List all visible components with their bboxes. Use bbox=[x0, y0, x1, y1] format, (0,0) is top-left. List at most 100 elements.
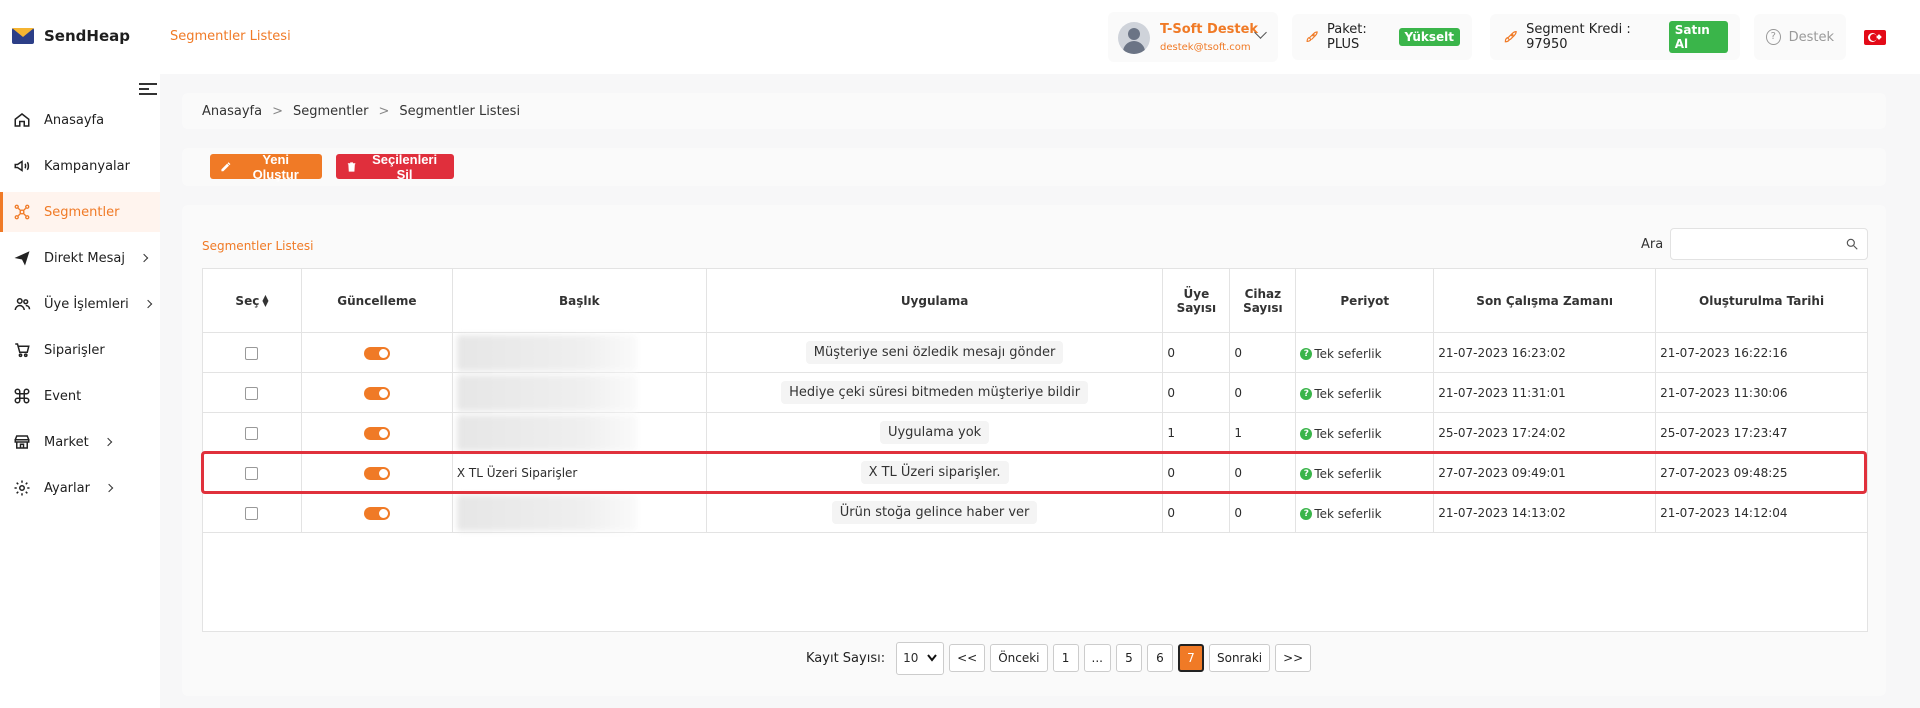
package-label: Paket: PLUS bbox=[1327, 22, 1367, 52]
created-cell: 21-07-2023 11:30:06 bbox=[1655, 372, 1868, 413]
breadcrumb-home[interactable]: Anasayfa bbox=[202, 104, 262, 119]
question-icon: ? bbox=[1300, 347, 1313, 360]
page-button-5[interactable]: 5 bbox=[1115, 644, 1142, 672]
sidebar-item-segmentler[interactable]: Segmentler bbox=[0, 192, 160, 232]
cart-icon bbox=[12, 340, 32, 360]
pencil-icon bbox=[221, 161, 231, 171]
app-logo[interactable]: SendHeap bbox=[12, 27, 130, 45]
update-toggle[interactable] bbox=[363, 466, 390, 480]
search-input[interactable] bbox=[1670, 228, 1868, 260]
row-checkbox[interactable] bbox=[245, 466, 259, 480]
table-row: Hediye çeki süresi bitmeden müşteriye bi… bbox=[202, 372, 1868, 413]
table-row: Uygulama yok 1 1 ? Tek seferlik 25-07-202… bbox=[202, 412, 1868, 453]
credit-label: Segment Kredi : 97950 bbox=[1526, 22, 1631, 52]
sidebar-item-siparisler[interactable]: Siparişler bbox=[0, 330, 160, 370]
col-header-last-run: Son Çalışma Zamanı bbox=[1433, 268, 1657, 333]
segment-list-card: Segmentler Listesi Ara Seç ▲ ▼ Güncelleme … bbox=[182, 205, 1886, 696]
breadcrumb-section[interactable]: Segmentler bbox=[293, 104, 368, 119]
page-button-7-current[interactable]: 7 bbox=[1177, 644, 1204, 672]
update-toggle[interactable] bbox=[363, 346, 390, 360]
user-menu[interactable]: T-Soft Destek destek@tsoft.com bbox=[1108, 12, 1278, 62]
sidebar-item-label: Üye İşlemleri bbox=[44, 296, 129, 312]
col-header-title: Başlık bbox=[451, 268, 707, 333]
title-cell: X TL Üzeri Siparişler bbox=[451, 452, 707, 493]
page-size-label: Kayıt Sayısı: bbox=[806, 650, 886, 666]
period-cell: ? Tek seferlik bbox=[1300, 507, 1382, 521]
period-cell: ? Tek seferlik bbox=[1300, 427, 1382, 441]
breadcrumb-current: Segmentler Listesi bbox=[399, 103, 521, 119]
sidebar-item-direkt-mesaj[interactable]: Direkt Mesaj bbox=[0, 238, 160, 278]
sidebar-item-anasayfa[interactable]: Anasayfa bbox=[0, 100, 160, 140]
last-page-button[interactable]: >> bbox=[1275, 644, 1312, 672]
sidebar-item-kampanyalar[interactable]: Kampanyalar bbox=[0, 146, 160, 186]
created-cell: 25-07-2023 17:23:47 bbox=[1655, 412, 1868, 453]
breadcrumb-separator: > bbox=[378, 103, 390, 119]
members-cell: 1 bbox=[1162, 412, 1231, 453]
created-cell: 27-07-2023 09:48:25 bbox=[1655, 452, 1868, 493]
row-checkbox[interactable] bbox=[245, 426, 259, 440]
sidebar-item-label: Ayarlar bbox=[44, 480, 90, 496]
avatar bbox=[1118, 22, 1150, 54]
page-size-select[interactable]: 10 bbox=[896, 641, 945, 675]
sidebar-item-ayarlar[interactable]: Ayarlar bbox=[0, 468, 160, 508]
rocket-icon bbox=[1306, 31, 1318, 42]
row-checkbox[interactable] bbox=[245, 386, 259, 400]
buy-credit-button[interactable]: Satın Al bbox=[1668, 21, 1728, 53]
megaphone-icon bbox=[12, 156, 32, 176]
last-run-cell: 27-07-2023 09:49:01 bbox=[1433, 452, 1657, 493]
period-cell: ? Tek seferlik bbox=[1300, 347, 1382, 361]
period-cell: ? Tek seferlik bbox=[1300, 467, 1382, 481]
sidebar-item-label: Siparişler bbox=[44, 342, 105, 358]
update-toggle[interactable] bbox=[363, 506, 390, 520]
sidebar-item-market[interactable]: Market bbox=[0, 422, 160, 462]
col-header-update: Güncelleme bbox=[300, 268, 453, 333]
first-page-button[interactable]: << bbox=[949, 644, 986, 672]
next-page-button[interactable]: Sonraki bbox=[1208, 644, 1271, 672]
store-icon bbox=[12, 432, 32, 452]
sidebar-item-label: Anasayfa bbox=[44, 112, 105, 128]
page-button-6[interactable]: 6 bbox=[1146, 644, 1173, 672]
search-icon[interactable] bbox=[1845, 237, 1859, 251]
update-toggle[interactable] bbox=[363, 386, 390, 400]
chevron-right-icon bbox=[139, 253, 149, 263]
last-run-cell: 21-07-2023 16:23:02 bbox=[1433, 332, 1657, 373]
toolbar: Yeni Oluştur Seçilenleri Sil bbox=[182, 148, 1886, 186]
sidebar-item-event[interactable]: Event bbox=[0, 376, 160, 416]
list-title: Segmentler Listesi bbox=[202, 239, 314, 253]
devices-cell: 0 bbox=[1229, 372, 1297, 413]
sidebar-collapse-icon[interactable] bbox=[139, 81, 157, 95]
table-empty-space bbox=[202, 532, 1868, 632]
delete-selected-button[interactable]: Seçilenleri Sil bbox=[336, 152, 454, 182]
devices-cell: 0 bbox=[1229, 452, 1297, 493]
title-cell bbox=[451, 492, 707, 533]
title-cell bbox=[451, 332, 707, 373]
row-checkbox[interactable] bbox=[245, 506, 259, 520]
turkey-flag-icon[interactable] bbox=[1864, 30, 1886, 45]
row-checkbox[interactable] bbox=[245, 346, 259, 360]
update-toggle[interactable] bbox=[363, 426, 390, 440]
chevron-right-icon bbox=[103, 437, 112, 447]
upgrade-button[interactable]: Yükselt bbox=[1398, 28, 1460, 46]
search-label: Ara bbox=[1641, 237, 1664, 252]
title-cell bbox=[451, 412, 707, 453]
col-header-select[interactable]: Seç ▲ ▼ bbox=[202, 268, 302, 333]
col-header-period: Periyot bbox=[1295, 268, 1435, 333]
redacted-title bbox=[456, 494, 637, 531]
app-chip: Müşteriye seni özledik mesajı gönder bbox=[805, 341, 1064, 364]
page-title: Segmentler Listesi bbox=[170, 29, 291, 44]
sort-icon[interactable]: ▲ ▼ bbox=[262, 294, 268, 308]
col-header-members: Üye Sayısı bbox=[1162, 268, 1231, 333]
devices-cell: 0 bbox=[1229, 332, 1297, 373]
title-cell bbox=[451, 372, 707, 413]
pagination: Kayıt Sayısı: 10 << Önceki 1 ... 5 6 7 S… bbox=[806, 641, 1312, 675]
sidebar-item-label: Kampanyalar bbox=[44, 158, 130, 174]
sidebar-item-uye-islemleri[interactable]: Üye İşlemleri bbox=[0, 284, 160, 324]
prev-page-button[interactable]: Önceki bbox=[990, 644, 1048, 672]
col-header-devices: Cihaz Sayısı bbox=[1229, 268, 1297, 333]
support-button[interactable]: ? Destek bbox=[1754, 14, 1846, 60]
table-row: Ürün stoğa gelince haber ver 0 0 ? Tek se… bbox=[202, 492, 1868, 533]
page-button-1[interactable]: 1 bbox=[1052, 644, 1079, 672]
create-button[interactable]: Yeni Oluştur bbox=[210, 152, 322, 182]
redacted-title bbox=[456, 414, 637, 451]
question-icon: ? bbox=[1300, 507, 1313, 520]
